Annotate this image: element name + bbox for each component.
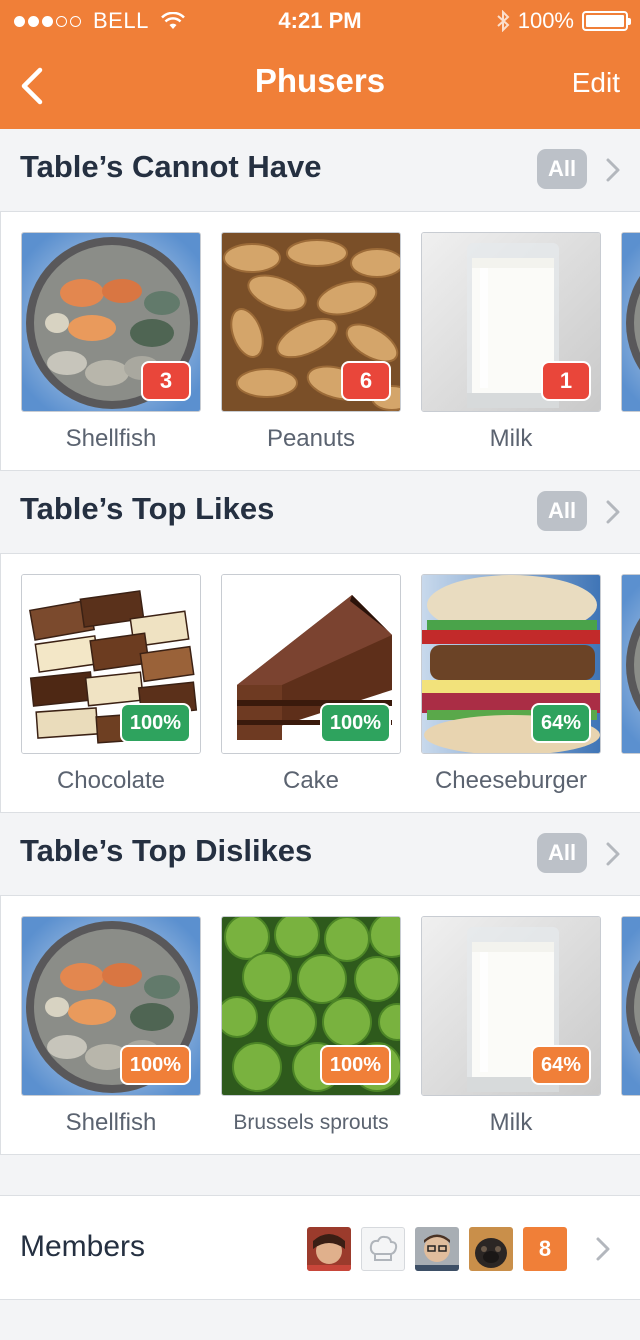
food-card-shellfish[interactable]: 3 Shellfish	[21, 232, 201, 452]
next-food-card-partial[interactable]	[621, 574, 640, 754]
section-header-top-dislikes: Table’s Top Dislikes All	[0, 813, 640, 895]
food-label: Milk	[489, 425, 533, 452]
section-title: Table’s Top Dislikes	[20, 833, 313, 868]
battery-icon	[582, 11, 631, 31]
food-card-shellfish[interactable]: 100% Shellfish	[21, 916, 201, 1136]
top-dislikes-carousel[interactable]: 100% Shellfish 100% Brussels sprouts 64%…	[0, 895, 640, 1155]
next-food-card-partial[interactable]	[621, 232, 640, 412]
chevron-right-icon[interactable]	[595, 1236, 611, 1262]
food-label: Cheeseburger	[434, 767, 588, 794]
food-card-brussels-sprouts[interactable]: 100% Brussels sprouts	[221, 916, 401, 1134]
milk-image: 1	[421, 232, 601, 412]
count-badge: 3	[141, 361, 191, 401]
milk-image: 64%	[421, 916, 601, 1096]
status-bar-right: 100%	[496, 8, 631, 34]
section-header-top-likes: Table’s Top Likes All	[0, 471, 640, 553]
member-avatar	[415, 1227, 459, 1271]
next-food-card-partial[interactable]	[621, 916, 640, 1096]
chevron-right-icon[interactable]	[604, 841, 622, 867]
edit-button[interactable]: Edit	[572, 67, 620, 99]
member-avatar	[307, 1227, 351, 1271]
status-bar: BELL 4:21 PM 100%	[0, 0, 640, 40]
count-badge: 6	[341, 361, 391, 401]
cake-image: 100%	[221, 574, 401, 754]
all-button[interactable]: All	[537, 149, 587, 189]
members-label: Members	[20, 1230, 146, 1263]
member-avatar	[469, 1227, 513, 1271]
section-title: Table’s Cannot Have	[20, 149, 322, 184]
cheeseburger-image: 64%	[421, 574, 601, 754]
percent-badge: 64%	[530, 703, 591, 743]
all-button[interactable]: All	[537, 833, 587, 873]
percent-badge: 100%	[119, 703, 191, 743]
percent-badge: 100%	[119, 1045, 191, 1085]
members-row[interactable]: Members 8	[0, 1195, 640, 1300]
food-card-milk[interactable]: 64% Milk	[421, 916, 601, 1136]
percent-badge: 100%	[319, 1045, 391, 1085]
shellfish-image: 100%	[21, 916, 201, 1096]
peanuts-image: 6	[221, 232, 401, 412]
app-header: BELL 4:21 PM 100% Phusers Edit	[0, 0, 640, 129]
section-header-cannot-have: Table’s Cannot Have All	[0, 129, 640, 211]
shellfish-image: 3	[21, 232, 201, 412]
food-card-cake[interactable]: 100% Cake	[221, 574, 401, 794]
all-button[interactable]: All	[537, 491, 587, 531]
chevron-right-icon[interactable]	[604, 499, 622, 525]
nav-bar: Phusers Edit	[0, 40, 640, 129]
food-card-chocolate[interactable]: 100% Chocolate	[21, 574, 201, 794]
food-label: Milk	[489, 1109, 533, 1136]
food-card-cheeseburger[interactable]: 64% Cheeseburger	[421, 574, 601, 794]
count-badge: 1	[541, 361, 591, 401]
cannot-have-carousel[interactable]: 3 Shellfish 6 Peanuts 1 Milk	[0, 211, 640, 471]
member-count-badge: 8	[523, 1227, 567, 1271]
battery-percent: 100%	[517, 8, 574, 33]
brussels-sprouts-image: 100%	[221, 916, 401, 1096]
chevron-right-icon[interactable]	[604, 157, 622, 183]
section-title: Table’s Top Likes	[20, 491, 275, 526]
chocolate-image: 100%	[21, 574, 201, 754]
percent-badge: 100%	[319, 703, 391, 743]
top-likes-carousel[interactable]: 100% Chocolate 100% Cake 64% Cheeseburge…	[0, 553, 640, 813]
food-card-peanuts[interactable]: 6 Peanuts	[221, 232, 401, 452]
page-title: Phusers	[254, 62, 386, 99]
bluetooth-icon	[497, 10, 510, 32]
chef-hat-avatar-icon	[361, 1227, 405, 1271]
percent-badge: 64%	[530, 1045, 591, 1085]
food-card-milk[interactable]: 1 Milk	[421, 232, 601, 452]
